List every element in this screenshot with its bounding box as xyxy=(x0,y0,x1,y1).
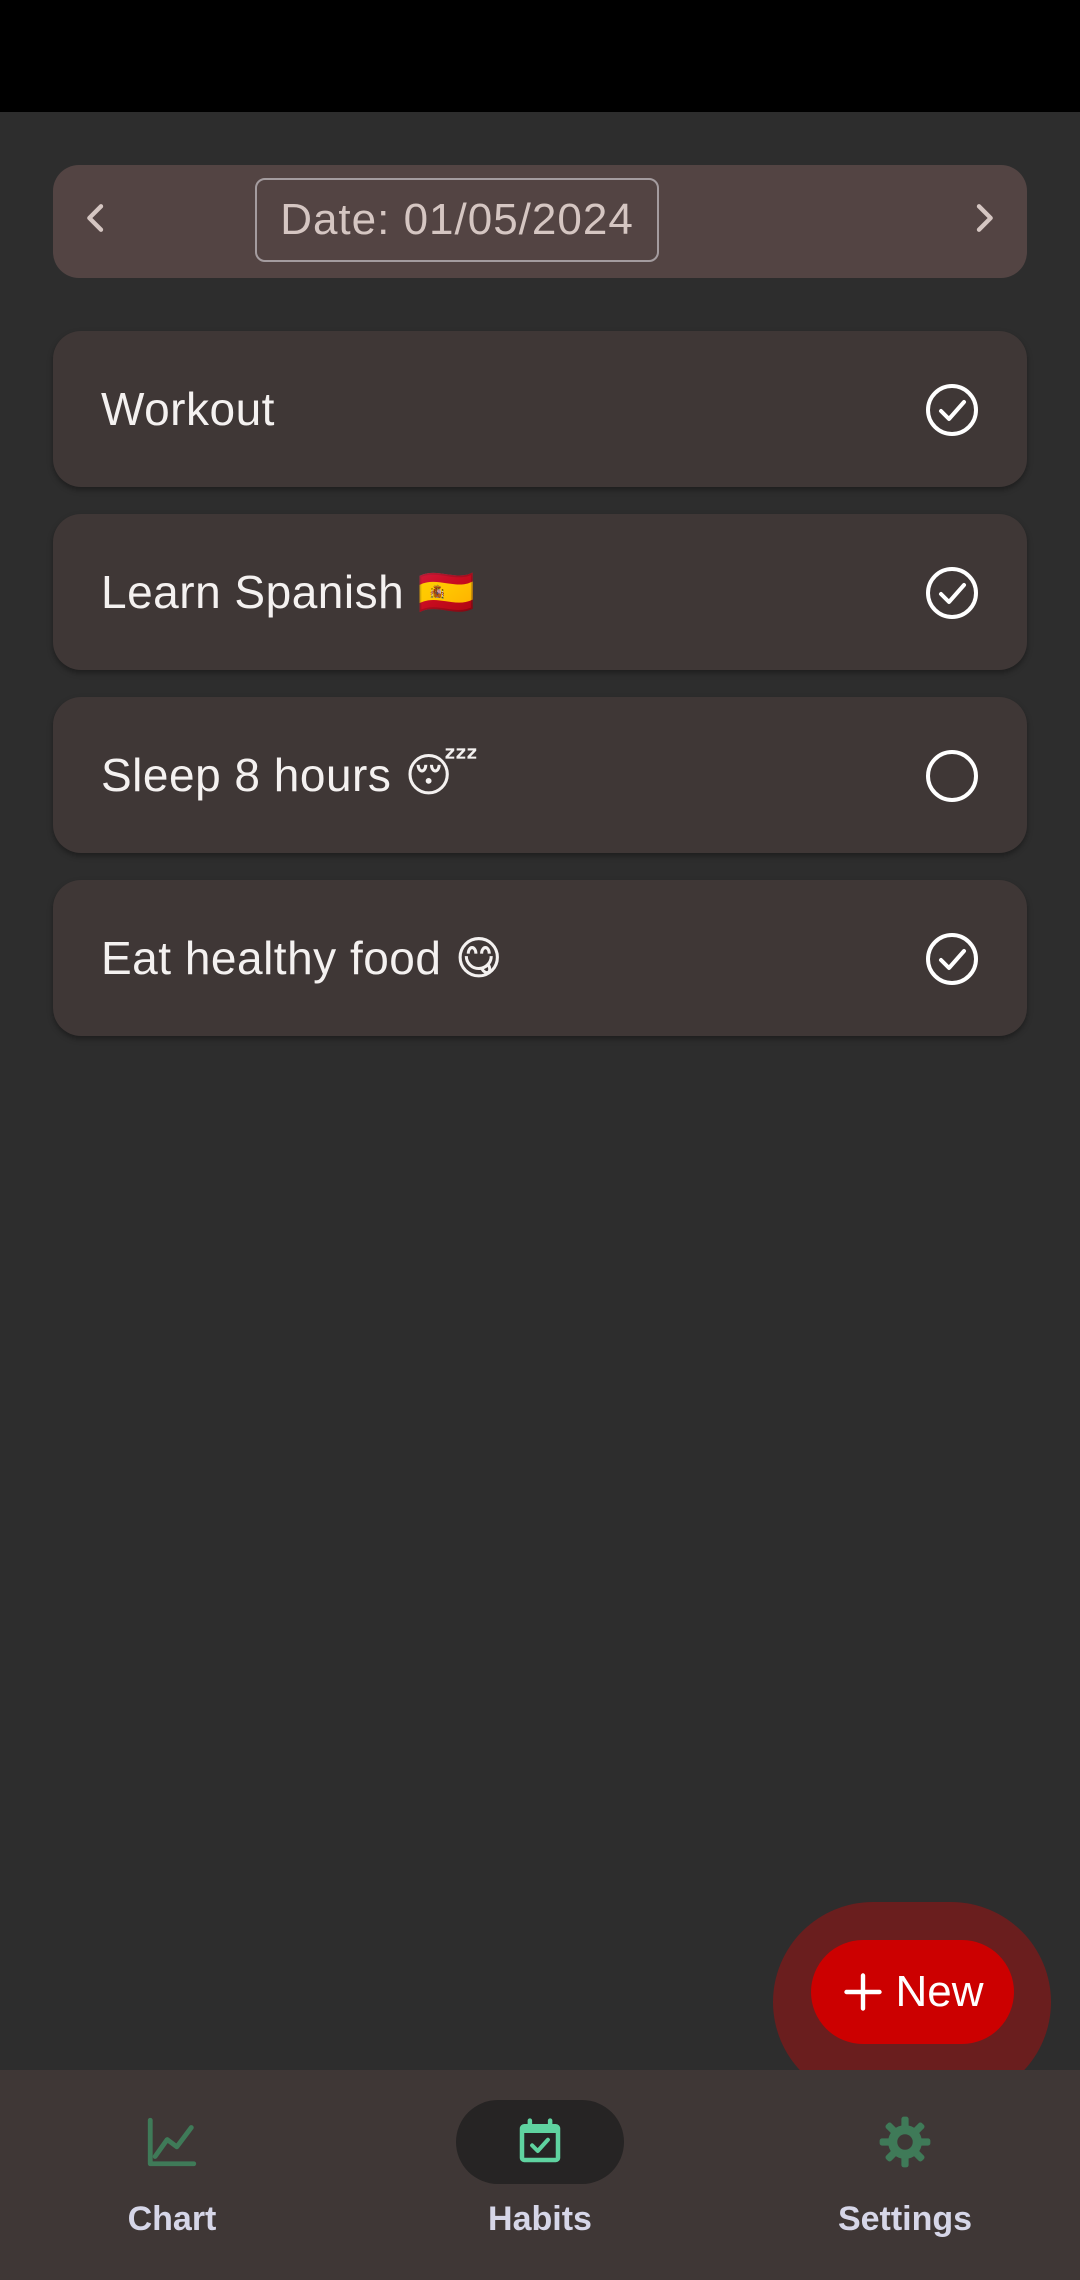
line-chart-icon xyxy=(147,2117,197,2167)
habit-name: Workout xyxy=(101,383,275,435)
chevron-left-icon xyxy=(87,204,104,232)
habit-card-eat-healthy[interactable]: Eat healthy food 😋 xyxy=(53,880,1027,1036)
calendar-check-icon xyxy=(519,2118,561,2163)
nav-label-settings: Settings xyxy=(837,2200,973,2238)
habit-card-workout[interactable]: Workout xyxy=(53,331,1027,487)
nav-item-habits[interactable]: Habits xyxy=(420,2100,660,2250)
habit-card-sleep[interactable]: Sleep 8 hours 😴 xyxy=(53,697,1027,853)
habit-name: Learn Spanish 🇪🇸 xyxy=(101,565,476,618)
active-indicator xyxy=(456,2100,624,2184)
habit-card-learn-spanish[interactable]: Learn Spanish 🇪🇸 xyxy=(53,514,1027,670)
habit-name: Eat healthy food 😋 xyxy=(101,932,504,984)
date-navigator: Date: 01/05/2024 xyxy=(53,165,1027,278)
new-habit-button[interactable]: New xyxy=(811,1940,1014,2044)
habit-name: Sleep 8 hours 😴 xyxy=(101,749,479,801)
nav-item-chart[interactable]: Chart xyxy=(52,2100,292,2250)
plus-icon xyxy=(844,1973,883,2011)
bottom-navigation: Chart Habits Settings xyxy=(0,2070,1080,2280)
date-display[interactable]: Date: 01/05/2024 xyxy=(255,178,659,262)
previous-day-button[interactable] xyxy=(61,183,131,253)
gear-icon xyxy=(879,2116,931,2168)
new-button-label: New xyxy=(895,1967,984,2016)
nav-item-settings[interactable]: Settings xyxy=(785,2100,1025,2250)
unchecked-circle-icon[interactable] xyxy=(925,749,979,803)
checked-circle-icon[interactable] xyxy=(925,932,979,986)
chevron-right-icon xyxy=(976,204,993,232)
next-day-button[interactable] xyxy=(949,183,1019,253)
checked-circle-icon[interactable] xyxy=(925,383,979,437)
nav-label-chart: Chart xyxy=(127,2200,217,2238)
checked-circle-icon[interactable] xyxy=(925,566,979,620)
status-bar xyxy=(0,0,1080,112)
nav-label-habits: Habits xyxy=(488,2200,592,2238)
